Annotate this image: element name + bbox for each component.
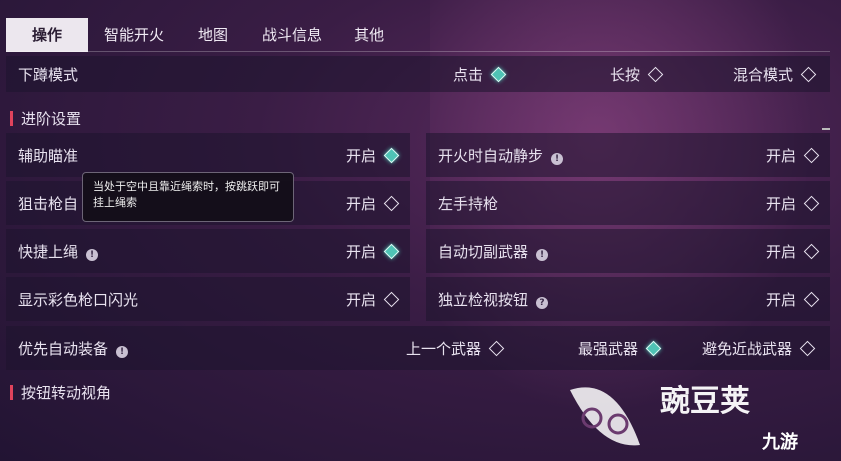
setting-row: 自动切副武器! 开启 — [426, 229, 830, 273]
toggle-label: 开启 — [766, 194, 797, 213]
diamond-icon — [803, 147, 820, 163]
crouch-mode-row: 下蹲模式 点击 长按 混合模式 — [6, 56, 830, 92]
section-advanced: 进阶设置 — [10, 108, 81, 129]
diamond-icon — [488, 340, 505, 356]
checked-diamond-icon — [490, 66, 507, 82]
option-label: 长按 — [610, 65, 641, 84]
info-icon[interactable]: ! — [116, 345, 129, 358]
tab-other[interactable]: 其他 — [338, 18, 400, 52]
option-label: 点击 — [453, 65, 484, 84]
setting-row: 独立检视按钮? 开启 — [426, 277, 830, 321]
diamond-icon — [647, 66, 664, 82]
setting-label: 狙击枪自 — [18, 194, 79, 213]
setting-label: 独立检视按钮? — [438, 289, 549, 310]
toggle-label: 开启 — [346, 290, 377, 309]
diamond-icon — [383, 195, 400, 211]
checked-diamond-icon — [383, 147, 400, 163]
setting-label: 快捷上绳! — [18, 241, 99, 262]
option-label: 避免近战武器 — [702, 339, 793, 358]
watermark-text: 豌豆荚 — [660, 384, 750, 419]
crouch-option-tap[interactable]: 点击 — [453, 64, 507, 85]
setting-row: 开火时自动静步! 开启 — [426, 133, 830, 177]
toggle-label: 开启 — [766, 290, 797, 309]
setting-row: 辅助瞄准 开启 — [6, 133, 410, 177]
setting-toggle[interactable]: 开启 — [346, 145, 400, 166]
tab-bar: 操作 智能开火 地图 战斗信息 其他 — [6, 18, 400, 52]
info-icon[interactable]: ! — [551, 152, 564, 165]
info-icon[interactable]: ! — [536, 248, 549, 261]
diamond-icon — [803, 195, 820, 211]
setting-toggle[interactable]: 开启 — [766, 241, 820, 262]
toggle-label: 开启 — [766, 146, 797, 165]
setting-label-text: 独立检视按钮 — [438, 290, 529, 309]
setting-label: 辅助瞄准 — [18, 146, 79, 165]
setting-toggle[interactable]: 开启 — [346, 289, 400, 310]
setting-toggle[interactable]: 开启 — [346, 193, 400, 214]
help-icon[interactable]: ? — [536, 296, 549, 309]
setting-label-text: 自动切副武器 — [438, 242, 529, 261]
setting-toggle[interactable]: 开启 — [766, 193, 820, 214]
setting-row: 显示彩色枪口闪光 开启 — [6, 277, 410, 321]
setting-label-text: 优先自动装备 — [18, 339, 109, 358]
diamond-icon — [803, 291, 820, 307]
crouch-option-mixed[interactable]: 混合模式 — [733, 64, 817, 85]
setting-toggle[interactable]: 开启 — [766, 289, 820, 310]
setting-row: 快捷上绳! 开启 — [6, 229, 410, 273]
section-title: 进阶设置 — [21, 110, 82, 128]
priority-option-avoid-melee[interactable]: 避免近战武器 — [702, 338, 816, 359]
tab-map[interactable]: 地图 — [180, 18, 246, 52]
toggle-label: 开启 — [346, 242, 377, 261]
toggle-label: 开启 — [766, 242, 797, 261]
option-label: 上一个武器 — [406, 339, 482, 358]
diamond-icon — [803, 243, 820, 259]
toggle-label: 开启 — [346, 146, 377, 165]
diamond-icon — [799, 340, 816, 356]
tab-combat-info[interactable]: 战斗信息 — [246, 18, 338, 52]
setting-label: 优先自动装备! — [18, 338, 129, 359]
tooltip: 当处于空中且靠近绳索时，按跳跃即可挂上绳索 — [82, 172, 294, 222]
priority-equip-row: 优先自动装备! 上一个武器 最强武器 避免近战武器 — [6, 326, 830, 370]
diamond-icon — [383, 291, 400, 307]
setting-label-text: 开火时自动静步 — [438, 146, 544, 165]
crouch-option-hold[interactable]: 长按 — [610, 64, 664, 85]
scroll-indicator[interactable] — [822, 128, 830, 130]
setting-toggle[interactable]: 开启 — [346, 241, 400, 262]
setting-label: 显示彩色枪口闪光 — [18, 290, 139, 309]
section-bar — [10, 111, 13, 126]
info-icon[interactable]: ! — [86, 248, 99, 261]
section-bar — [10, 385, 13, 400]
setting-toggle[interactable]: 开启 — [766, 145, 820, 166]
option-label: 混合模式 — [733, 65, 794, 84]
brand-logo: 九游 — [762, 432, 798, 453]
checked-diamond-icon — [383, 243, 400, 259]
tab-smart-fire[interactable]: 智能开火 — [88, 18, 180, 52]
peapod-logo-icon — [570, 387, 640, 446]
section-title: 按钮转动视角 — [21, 384, 112, 402]
priority-option-last-weapon[interactable]: 上一个武器 — [406, 338, 505, 359]
tab-divider — [6, 51, 830, 52]
diamond-icon — [800, 66, 817, 82]
setting-label: 自动切副武器! — [438, 241, 549, 262]
tab-operation[interactable]: 操作 — [6, 18, 89, 52]
crouch-mode-label: 下蹲模式 — [18, 65, 79, 84]
section-button-view: 按钮转动视角 — [10, 382, 111, 403]
setting-label-text: 快捷上绳 — [18, 242, 79, 261]
setting-label: 左手持枪 — [438, 194, 499, 213]
toggle-label: 开启 — [346, 194, 377, 213]
setting-row: 左手持枪 开启 — [426, 181, 830, 225]
setting-label: 开火时自动静步! — [438, 145, 564, 166]
